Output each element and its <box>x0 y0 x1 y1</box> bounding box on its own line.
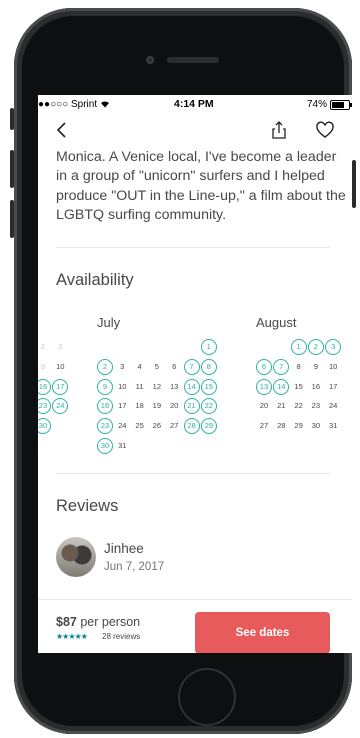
power-button <box>352 160 356 208</box>
calendar-day[interactable]: 17 <box>52 378 69 395</box>
calendar-day[interactable]: 14 <box>183 378 200 395</box>
calendar-day: 17 <box>118 401 127 411</box>
calendar-day[interactable]: 2 <box>307 339 324 355</box>
reviewer-name[interactable]: Jinhee <box>104 541 144 556</box>
calendar-day[interactable]: 16 <box>97 398 113 415</box>
calendar-day: 27 <box>169 421 179 431</box>
calendar-day: 24 <box>328 401 338 411</box>
calendar-day[interactable]: 7 <box>183 358 200 375</box>
calendar-day[interactable]: 1 <box>200 339 217 355</box>
calendar-day[interactable]: 9 <box>97 378 113 395</box>
calendar-day[interactable]: 8 <box>200 358 217 375</box>
app-screen: ●●○○○ Sprint 4:14 PM 74% Monica. A Venic… <box>38 95 352 653</box>
home-button[interactable] <box>178 668 236 726</box>
calendar-day[interactable]: 14 <box>273 378 290 395</box>
calendar-day: 22 <box>294 401 303 411</box>
volume-up-button <box>10 150 14 188</box>
calendar-day: 8 <box>296 361 301 371</box>
calendar-day[interactable]: 29 <box>200 418 217 435</box>
month-title-august: August <box>256 315 297 330</box>
avatar[interactable] <box>56 537 96 577</box>
calendar-day: 20 <box>259 401 269 411</box>
speaker-grille <box>167 57 219 63</box>
wifi-icon <box>100 101 109 108</box>
month-title-july: July <box>97 315 121 330</box>
review-date: Jun 7, 2017 <box>104 561 165 573</box>
calendar-day: 17 <box>328 381 338 391</box>
calendar-day: 19 <box>152 401 162 411</box>
volume-down-button <box>10 200 14 238</box>
divider <box>56 473 330 474</box>
camera-icon <box>146 56 154 64</box>
calendar-day[interactable]: 16 <box>38 378 51 395</box>
calendar-day[interactable]: 22 <box>200 398 217 415</box>
calendar-day[interactable]: 7 <box>273 358 290 375</box>
bio-cut-line <box>56 138 346 148</box>
divider <box>56 247 330 248</box>
calendar-day: 12 <box>152 381 162 391</box>
see-dates-button[interactable]: See dates <box>195 612 330 653</box>
calendar-day: 26 <box>152 421 162 431</box>
calendar-day: 10 <box>56 361 65 371</box>
calendar-day: 6 <box>172 361 177 371</box>
calendar-day[interactable]: 30 <box>38 418 51 435</box>
calendar-day[interactable]: 23 <box>38 398 51 415</box>
calendar-day[interactable]: 21 <box>183 398 200 415</box>
calendar-day[interactable]: 1 <box>290 339 307 355</box>
calendar-day[interactable]: 13 <box>256 378 272 395</box>
calendar-day[interactable]: 6 <box>256 358 272 375</box>
calendar-day: 11 <box>135 381 144 391</box>
calendar-day: 25 <box>135 421 144 431</box>
calendar-day: 3 <box>120 361 125 371</box>
calendar-day: 13 <box>169 381 179 391</box>
host-bio: Monica. A Venice local, I've become a le… <box>56 141 346 225</box>
calendar-day: 31 <box>328 421 338 431</box>
calendar-day: 4 <box>137 361 142 371</box>
calendar-day: 5 <box>154 361 159 371</box>
availability-title: Availability <box>56 271 134 289</box>
calendar-day: 20 <box>169 401 179 411</box>
battery-icon <box>330 99 352 110</box>
calendar-day: 15 <box>294 381 303 391</box>
mute-switch <box>10 108 14 130</box>
status-bar: ●●○○○ Sprint 4:14 PM 74% <box>38 95 352 113</box>
calendar-day[interactable]: 30 <box>97 438 113 454</box>
carrier-label: ●●○○○ Sprint <box>38 99 110 110</box>
calendar-day: 18 <box>135 401 144 411</box>
calendar-day: 21 <box>277 401 286 411</box>
calendar-day: 9 <box>313 361 318 371</box>
calendar-day: 3 <box>58 342 63 351</box>
calendar-day[interactable]: 28 <box>183 418 200 435</box>
battery-status: 74% <box>307 99 352 110</box>
calendar-day: 28 <box>277 421 286 431</box>
calendar-day: 24 <box>118 421 127 431</box>
calendar-day[interactable]: 23 <box>97 418 113 435</box>
bio-text: Monica. A Venice local, I've become a le… <box>56 149 346 223</box>
calendar-day: 27 <box>259 421 269 431</box>
review-count[interactable]: 28 reviews <box>102 632 140 641</box>
calendar-day[interactable]: 24 <box>52 398 69 415</box>
calendar-day: 9 <box>40 361 46 371</box>
calendar-day: 10 <box>328 361 338 371</box>
status-time: 4:14 PM <box>174 98 214 110</box>
reviews-title: Reviews <box>56 497 119 515</box>
calendar-day: 2 <box>40 342 46 351</box>
calendar-day: 29 <box>294 421 303 431</box>
calendar-day: 10 <box>118 381 127 391</box>
calendar-day: 30 <box>311 421 321 431</box>
calendar-day[interactable]: 2 <box>97 358 113 375</box>
calendar-day[interactable]: 3 <box>325 339 342 355</box>
price-label: $87 per person <box>56 615 141 629</box>
booking-footer: $87 per person ★★★★★ 28 reviews See date… <box>38 599 352 653</box>
calendar-day: 23 <box>311 401 321 411</box>
calendar-day[interactable]: 15 <box>200 378 217 395</box>
rating-stars-icon: ★★★★★ <box>56 632 88 641</box>
calendar-day: 16 <box>311 381 321 391</box>
calendar-day: 31 <box>118 441 127 450</box>
